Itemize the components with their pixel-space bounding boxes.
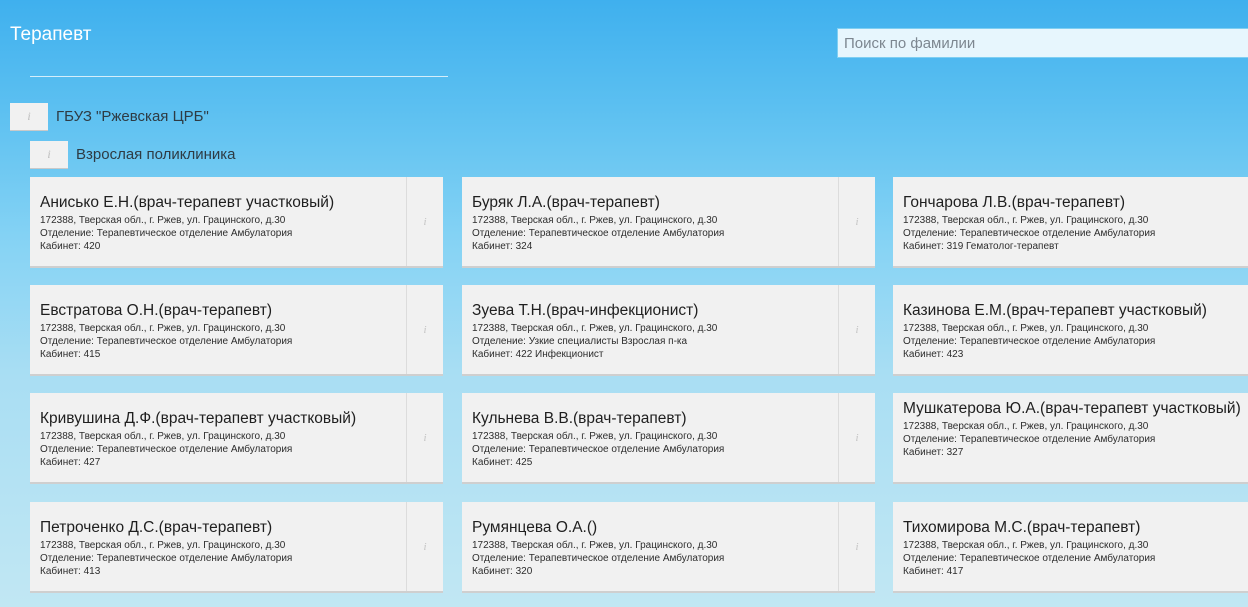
doctor-address: 172388, Тверская обл., г. Ржев, ул. Грац… xyxy=(472,540,718,551)
doctor-card[interactable]: Зуева Т.Н.(врач-инфекционист) 172388, Тве… xyxy=(462,285,875,376)
doctor-name: Казинова Е.М.(врач-терапевт участковый) xyxy=(903,302,1207,319)
doctor-card-body: Зуева Т.Н.(врач-инфекционист) 172388, Тве… xyxy=(472,301,837,361)
doctor-cabinet: Кабинет: 327 xyxy=(903,447,964,458)
info-icon[interactable]: i xyxy=(838,393,875,482)
doctor-department: Отделение: Терапевтическое отделение Амб… xyxy=(472,553,725,564)
doctor-name: Кульнева В.В.(врач-терапевт) xyxy=(472,410,687,427)
info-icon: i xyxy=(47,147,51,161)
doctor-name: Тихомирова М.С.(врач-терапевт) xyxy=(903,519,1141,536)
doctor-card-body: Евстратова О.Н.(врач-терапевт) 172388, Тв… xyxy=(40,301,405,361)
doctor-cabinet: Кабинет: 320 xyxy=(472,566,533,577)
doctor-cabinet: Кабинет: 420 xyxy=(40,241,101,252)
title-underline xyxy=(30,76,448,77)
doctor-card[interactable]: Казинова Е.М.(врач-терапевт участковый) 1… xyxy=(893,285,1248,376)
doctor-department: Отделение: Терапевтическое отделение Амб… xyxy=(40,336,293,347)
doctor-cabinet: Кабинет: 324 xyxy=(472,241,533,252)
doctor-department: Отделение: Терапевтическое отделение Амб… xyxy=(472,444,725,455)
doctor-card-body: Петроченко Д.С.(врач-терапевт) 172388, Тв… xyxy=(40,518,405,578)
org-label[interactable]: ГБУЗ "Ржевская ЦРБ" xyxy=(56,108,209,125)
doctor-card-body: Мушкатерова Ю.А.(врач-терапевт участковы… xyxy=(903,399,1248,459)
org-info-button[interactable]: i xyxy=(10,103,48,131)
doctor-name: Кривушина Д.Ф.(врач-терапевт участковый) xyxy=(40,410,357,427)
doctor-department: Отделение: Терапевтическое отделение Амб… xyxy=(40,444,293,455)
doctor-address: 172388, Тверская обл., г. Ржев, ул. Грац… xyxy=(40,323,286,334)
doctor-address: 172388, Тверская обл., г. Ржев, ул. Грац… xyxy=(472,215,718,226)
doctor-cabinet: Кабинет: 319 Гематолог-терапевт xyxy=(903,241,1059,252)
info-icon[interactable]: i xyxy=(406,502,443,591)
doctor-card[interactable]: Тихомирова М.С.(врач-терапевт) 172388, Тв… xyxy=(893,502,1248,593)
doctor-name: Анисько Е.Н.(врач-терапевт участковый) xyxy=(40,194,335,211)
doctor-cabinet: Кабинет: 417 xyxy=(903,566,964,577)
doctor-cabinet: Кабинет: 413 xyxy=(40,566,101,577)
doctor-address: 172388, Тверская обл., г. Ржев, ул. Грац… xyxy=(903,323,1149,334)
doctor-address: 172388, Тверская обл., г. Ржев, ул. Грац… xyxy=(40,215,286,226)
doctor-department: Отделение: Терапевтическое отделение Амб… xyxy=(40,228,293,239)
doctor-name: Петроченко Д.С.(врач-терапевт) xyxy=(40,519,273,536)
doctor-address: 172388, Тверская обл., г. Ржев, ул. Грац… xyxy=(903,215,1149,226)
info-icon[interactable]: i xyxy=(838,285,875,374)
department-label[interactable]: Взрослая поликлиника xyxy=(76,146,235,163)
doctor-card-body: Казинова Е.М.(врач-терапевт участковый) 1… xyxy=(903,301,1248,361)
doctor-cabinet: Кабинет: 425 xyxy=(472,457,533,468)
doctor-card[interactable]: Гончарова Л.В.(врач-терапевт) 172388, Тве… xyxy=(893,177,1248,268)
doctor-card[interactable]: Мушкатерова Ю.А.(врач-терапевт участковы… xyxy=(893,393,1248,484)
info-icon[interactable]: i xyxy=(406,393,443,482)
doctor-name: Румянцева О.А.() xyxy=(472,519,598,536)
doctor-name: Буряк Л.А.(врач-терапевт) xyxy=(472,194,660,211)
doctor-address: 172388, Тверская обл., г. Ржев, ул. Грац… xyxy=(903,540,1149,551)
doctor-address: 172388, Тверская обл., г. Ржев, ул. Грац… xyxy=(903,421,1149,432)
doctor-name: Гончарова Л.В.(врач-терапевт) xyxy=(903,194,1126,211)
doctor-address: 172388, Тверская обл., г. Ржев, ул. Грац… xyxy=(40,431,286,442)
info-icon[interactable]: i xyxy=(406,177,443,266)
doctor-card-body: Буряк Л.А.(врач-терапевт) 172388, Тверска… xyxy=(472,193,837,253)
doctor-name: Евстратова О.Н.(врач-терапевт) xyxy=(40,302,273,319)
doctor-cabinet: Кабинет: 415 xyxy=(40,349,101,360)
doctor-card[interactable]: Румянцева О.А.() 172388, Тверская обл., г… xyxy=(462,502,875,593)
doctor-department: Отделение: Терапевтическое отделение Амб… xyxy=(472,228,725,239)
doctor-address: 172388, Тверская обл., г. Ржев, ул. Грац… xyxy=(472,323,718,334)
doctor-name: Мушкатерова Ю.А.(врач-терапевт участковы… xyxy=(903,400,1241,417)
doctor-department: Отделение: Терапевтическое отделение Амб… xyxy=(903,553,1156,564)
doctor-name: Зуева Т.Н.(врач-инфекционист) xyxy=(472,302,699,319)
department-info-button[interactable]: i xyxy=(30,141,68,169)
doctor-card[interactable]: Петроченко Д.С.(врач-терапевт) 172388, Тв… xyxy=(30,502,443,593)
doctor-card[interactable]: Анисько Е.Н.(врач-терапевт участковый) 17… xyxy=(30,177,443,268)
info-icon[interactable]: i xyxy=(838,177,875,266)
info-icon[interactable]: i xyxy=(406,285,443,374)
doctor-department: Отделение: Терапевтическое отделение Амб… xyxy=(40,553,293,564)
doctor-department: Отделение: Терапевтическое отделение Амб… xyxy=(903,434,1156,445)
doctor-department: Отделение: Терапевтическое отделение Амб… xyxy=(903,228,1156,239)
doctor-card-body: Кульнева В.В.(врач-терапевт) 172388, Твер… xyxy=(472,409,837,469)
info-icon[interactable]: i xyxy=(838,502,875,591)
doctor-card-body: Кривушина Д.Ф.(врач-терапевт участковый)… xyxy=(40,409,405,469)
doctor-card[interactable]: Кривушина Д.Ф.(врач-терапевт участковый)… xyxy=(30,393,443,484)
doctor-card-body: Тихомирова М.С.(врач-терапевт) 172388, Тв… xyxy=(903,518,1248,578)
doctor-card-body: Гончарова Л.В.(врач-терапевт) 172388, Тве… xyxy=(903,193,1248,253)
page-title: Терапевт xyxy=(10,24,92,45)
info-icon: i xyxy=(27,109,31,123)
doctor-address: 172388, Тверская обл., г. Ржев, ул. Грац… xyxy=(40,540,286,551)
doctor-address: 172388, Тверская обл., г. Ржев, ул. Грац… xyxy=(472,431,718,442)
doctor-department: Отделение: Узкие специалисты Взрослая п-… xyxy=(472,336,688,347)
doctor-card-body: Румянцева О.А.() 172388, Тверская обл., г… xyxy=(472,518,837,578)
doctor-card[interactable]: Кульнева В.В.(врач-терапевт) 172388, Твер… xyxy=(462,393,875,484)
doctor-card[interactable]: Евстратова О.Н.(врач-терапевт) 172388, Тв… xyxy=(30,285,443,376)
doctor-card-body: Анисько Е.Н.(врач-терапевт участковый) 17… xyxy=(40,193,405,253)
doctor-cabinet: Кабинет: 427 xyxy=(40,457,101,468)
doctor-department: Отделение: Терапевтическое отделение Амб… xyxy=(903,336,1156,347)
doctor-card[interactable]: Буряк Л.А.(врач-терапевт) 172388, Тверска… xyxy=(462,177,875,268)
doctor-cabinet: Кабинет: 422 Инфекционист xyxy=(472,349,604,360)
search-input[interactable] xyxy=(837,28,1248,58)
doctor-cabinet: Кабинет: 423 xyxy=(903,349,964,360)
